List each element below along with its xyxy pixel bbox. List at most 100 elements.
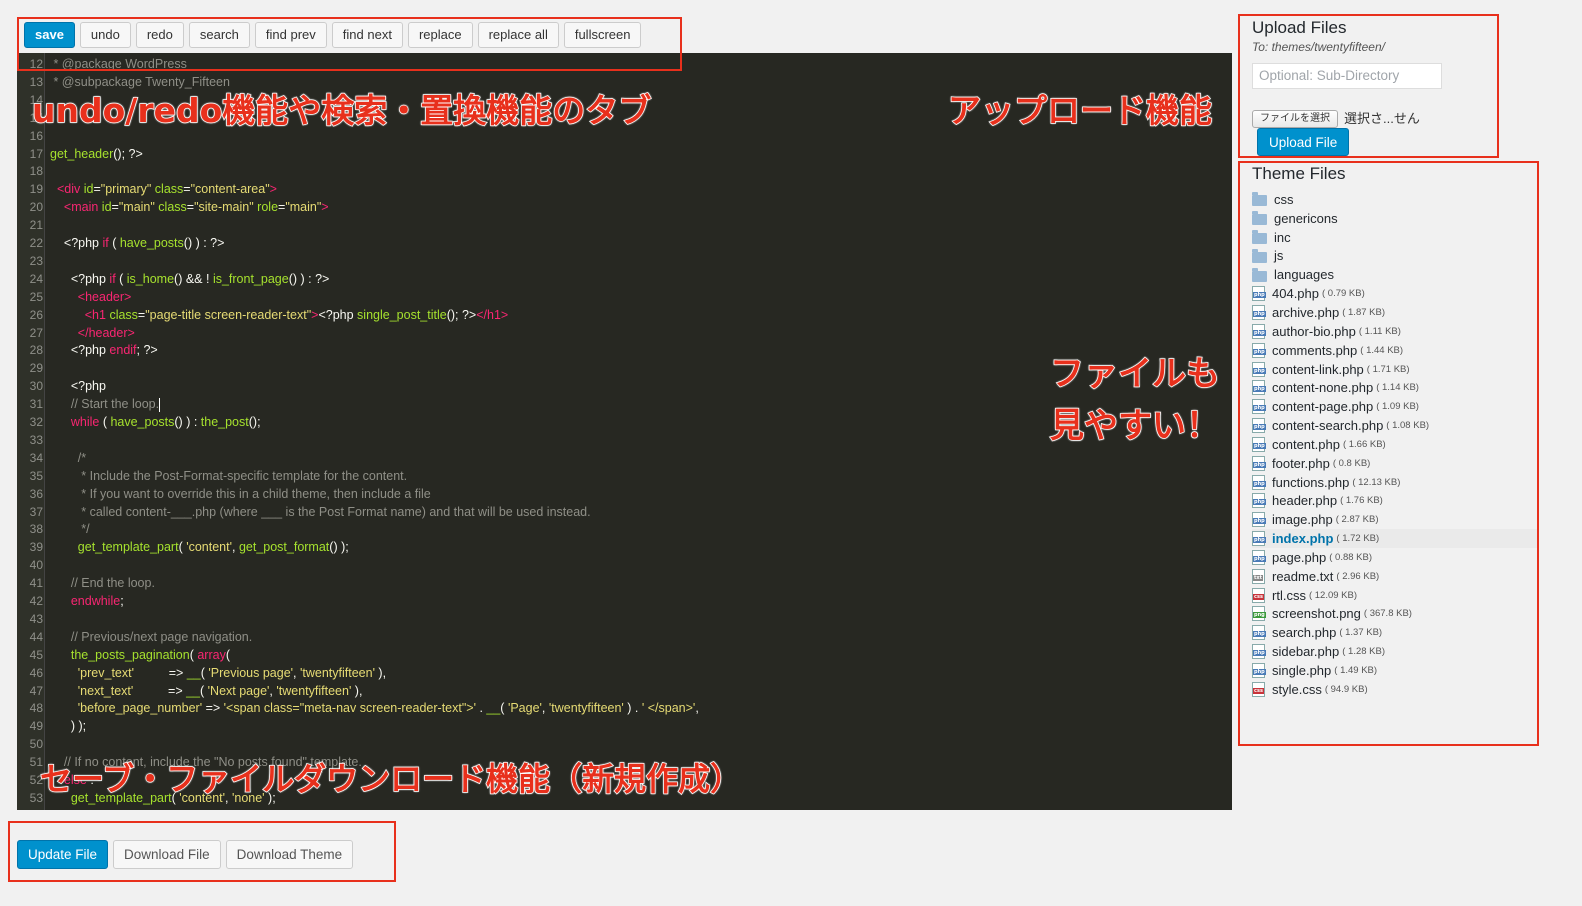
theme-files-panel: Theme Files css genericons inc js languages p… [1240, 161, 1538, 746]
file-item[interactable]: php content-link.php( 1.71 KB) [1252, 360, 1537, 379]
file-size: ( 1.14 KB) [1376, 382, 1419, 394]
code-text: <?php if ( is_home() && ! is_front_page(… [50, 271, 330, 286]
file-name: content-search.php [1272, 418, 1384, 434]
folder-item[interactable]: js [1252, 247, 1537, 266]
file-item[interactable]: php header.php( 1.76 KB) [1252, 492, 1537, 511]
file-item[interactable]: txt readme.txt( 2.96 KB) [1252, 567, 1537, 586]
file-size: ( 1.87 KB) [1342, 306, 1385, 318]
code-line[interactable]: 54 [17, 807, 1232, 810]
code-line[interactable]: 20 <main id="main" class="site-main" rol… [17, 198, 1232, 216]
file-item[interactable]: php image.php( 2.87 KB) [1252, 510, 1537, 529]
upload-file-button[interactable]: Upload File [1257, 128, 1350, 156]
folder-item[interactable]: css [1252, 190, 1537, 209]
folder-item[interactable]: languages [1252, 265, 1537, 284]
file-item[interactable]: php 404.php( 0.79 KB) [1252, 284, 1537, 303]
file-item[interactable]: php content.php( 1.66 KB) [1252, 435, 1537, 454]
file-size: ( 1.11 KB) [1358, 325, 1401, 337]
choose-file-button[interactable]: ファイルを選択 [1252, 110, 1338, 128]
png-file-icon: png [1252, 606, 1266, 622]
file-item[interactable]: php page.php( 0.88 KB) [1252, 548, 1537, 567]
php-file-icon: php [1252, 549, 1266, 565]
code-line[interactable]: 46 'prev_text' => __( 'Previous page', '… [17, 664, 1232, 682]
file-type-tag: php [1253, 461, 1266, 468]
file-type-tag: css [1253, 687, 1264, 694]
php-file-icon: php [1252, 380, 1266, 396]
file-size: ( 0.88 KB) [1329, 551, 1373, 563]
line-number: 19 [29, 182, 43, 197]
file-list: css genericons inc js languages php 404.php( 0… [1252, 190, 1537, 699]
file-item[interactable]: php author-bio.php( 1.11 KB) [1252, 322, 1537, 341]
file-item[interactable]: png screenshot.png( 367.8 KB) [1252, 605, 1537, 624]
code-line[interactable]: 21 [17, 216, 1232, 234]
file-item[interactable]: php sidebar.php( 1.28 KB) [1252, 642, 1537, 661]
code-line[interactable]: 36 * If you want to override this in a c… [17, 485, 1232, 503]
file-item[interactable]: php index.php( 1.72 KB) [1252, 529, 1537, 549]
code-line[interactable]: 41 // End the loop. [17, 574, 1232, 592]
file-item[interactable]: php footer.php( 0.8 KB) [1252, 454, 1537, 473]
code-line[interactable]: 43 [17, 610, 1232, 628]
download-file-button[interactable]: Download File [113, 840, 221, 869]
code-line[interactable]: 17 get_header(); ?> [17, 145, 1232, 163]
file-item[interactable]: php content-page.php( 1.09 KB) [1252, 397, 1537, 416]
code-line[interactable]: 23 [17, 252, 1232, 270]
code-line[interactable]: 25 <header> [17, 288, 1232, 306]
download-theme-button[interactable]: Download Theme [225, 840, 354, 869]
file-name: content-none.php [1272, 380, 1374, 396]
code-line[interactable]: 44 // Previous/next page navigation. [17, 628, 1232, 646]
subdirectory-input[interactable]: Optional: Sub-Directory [1252, 63, 1442, 89]
code-line[interactable]: 40 [17, 556, 1232, 574]
code-line[interactable]: 49 ) ); [17, 717, 1232, 735]
folder-item[interactable]: genericons [1252, 209, 1537, 228]
code-line[interactable]: 45 the_posts_pagination( array( [17, 646, 1232, 664]
file-size: ( 1.71 KB) [1366, 363, 1410, 375]
php-file-icon: php [1252, 644, 1266, 660]
file-item[interactable]: php search.php( 1.37 KB) [1252, 623, 1537, 642]
line-number: 49 [29, 719, 43, 734]
php-file-icon: php [1252, 304, 1266, 320]
folder-item[interactable]: inc [1252, 228, 1537, 247]
file-item[interactable]: php content-none.php( 1.14 KB) [1252, 378, 1537, 397]
line-number: 43 [29, 611, 43, 626]
update-file-button[interactable]: Update File [17, 840, 109, 869]
file-size: ( 367.8 KB) [1363, 608, 1412, 620]
code-line[interactable]: 19 <div id="primary" class="content-area… [17, 180, 1232, 198]
code-line[interactable]: 37 * called content-___.php (where ___ i… [17, 503, 1232, 521]
file-name: author-bio.php [1272, 323, 1356, 339]
code-line[interactable]: 50 [17, 735, 1232, 753]
code-text: get_header(); ?> [50, 146, 143, 161]
php-file-icon: php [1252, 286, 1266, 302]
code-line[interactable]: 38 */ [17, 520, 1232, 538]
code-text: // Previous/next page navigation. [70, 629, 253, 644]
code-line[interactable]: 47 'next_text' => __( 'Next page', 'twen… [17, 682, 1232, 700]
file-item[interactable]: php single.php( 1.49 KB) [1252, 661, 1537, 680]
file-size: ( 1.08 KB) [1386, 420, 1430, 432]
file-item[interactable]: php archive.php( 1.87 KB) [1252, 303, 1537, 322]
file-type-tag: php [1253, 367, 1266, 374]
file-name: header.php [1272, 493, 1338, 509]
file-item[interactable]: php content-search.php( 1.08 KB) [1252, 416, 1537, 435]
code-line[interactable]: 27 </header> [17, 324, 1232, 342]
code-line[interactable]: 26 <h1 class="page-title screen-reader-t… [17, 306, 1232, 324]
line-number: 36 [29, 486, 43, 501]
css-file-icon: css [1252, 681, 1265, 697]
line-number: 21 [29, 218, 43, 233]
code-line[interactable]: 18 [17, 162, 1232, 180]
code-line[interactable]: 39 get_template_part( 'content', get_pos… [17, 538, 1232, 556]
file-type-tag: php [1253, 499, 1266, 506]
file-item[interactable]: css rtl.css( 12.09 KB) [1252, 586, 1537, 605]
code-line[interactable]: 42 endwhile; [17, 592, 1232, 610]
code-line[interactable]: 35 * Include the Post-Format-specific te… [17, 467, 1232, 485]
code-text: while ( have_posts() ) : the_post(); [70, 415, 261, 429]
code-line[interactable]: 24 <?php if ( is_home() && ! is_front_pa… [17, 270, 1232, 288]
file-item[interactable]: php comments.php( 1.44 KB) [1252, 341, 1537, 360]
code-line[interactable]: 34 /* [17, 449, 1232, 467]
file-name: image.php [1272, 512, 1333, 528]
code-line[interactable]: 48 'before_page_number' => '<span class=… [17, 699, 1232, 717]
file-size: ( 1.09 KB) [1376, 401, 1419, 413]
annotation-files-line1: ファイルも [1049, 353, 1221, 395]
code-line[interactable]: 22 <?php if ( have_posts() ) : ?> [17, 234, 1232, 252]
file-item[interactable]: css style.css( 94.9 KB) [1252, 680, 1537, 699]
code-text: 'prev_text' => __( 'Previous page', 'twe… [77, 665, 387, 680]
toolbar-highlight-box [17, 17, 682, 71]
file-item[interactable]: php functions.php( 12.13 KB) [1252, 473, 1537, 492]
